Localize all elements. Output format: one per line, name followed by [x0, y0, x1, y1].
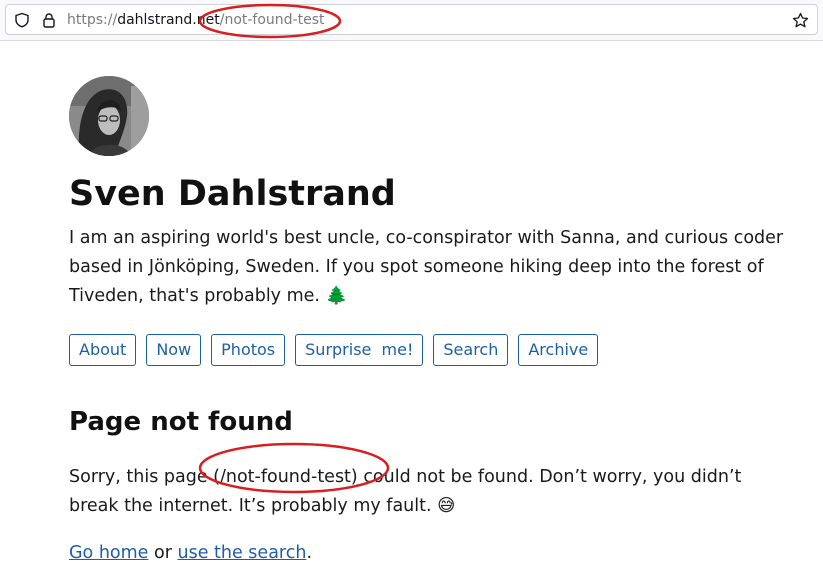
shield-icon[interactable] [14, 12, 30, 28]
bookmark-star-icon[interactable] [792, 12, 809, 29]
period-text: . [306, 543, 313, 563]
url-scheme: https:// [67, 12, 118, 28]
not-found-heading: Page not found [69, 407, 293, 437]
avatar-photo [69, 76, 149, 156]
site-nav: About Now Photos Surprise me! Search Arc… [69, 334, 789, 366]
not-found-message: Sorry, this page (/not-found-test) could… [69, 467, 742, 516]
nav-archive[interactable]: Archive [518, 334, 599, 366]
url-path: /not-found-test [219, 12, 325, 28]
nav-now[interactable]: Now [146, 334, 202, 366]
or-text: or [148, 543, 178, 563]
url-domain: dahlstrand.net [117, 12, 220, 28]
address-bar[interactable]: https://dahlstrand.net/not-found-test [5, 4, 818, 35]
url-text[interactable]: https://dahlstrand.net/not-found-test [67, 12, 325, 28]
nav-photos[interactable]: Photos [211, 334, 286, 366]
nav-search[interactable]: Search [433, 334, 509, 366]
use-search-link[interactable]: use the search [177, 543, 306, 563]
site-title: Sven Dahlstrand [69, 174, 396, 214]
nav-surprise[interactable]: Surprise me! [295, 334, 424, 366]
browser-toolbar: https://dahlstrand.net/not-found-test [0, 0, 823, 41]
nav-about[interactable]: About [69, 334, 137, 366]
avatar [69, 76, 149, 156]
page-content: Sven Dahlstrand I am an aspiring world's… [69, 76, 789, 568]
not-found-links: Go home or use the search. [69, 539, 789, 568]
go-home-link[interactable]: Go home [69, 543, 148, 563]
site-bio: I am an aspiring world's best uncle, co-… [69, 228, 784, 306]
lock-icon[interactable] [41, 12, 57, 28]
